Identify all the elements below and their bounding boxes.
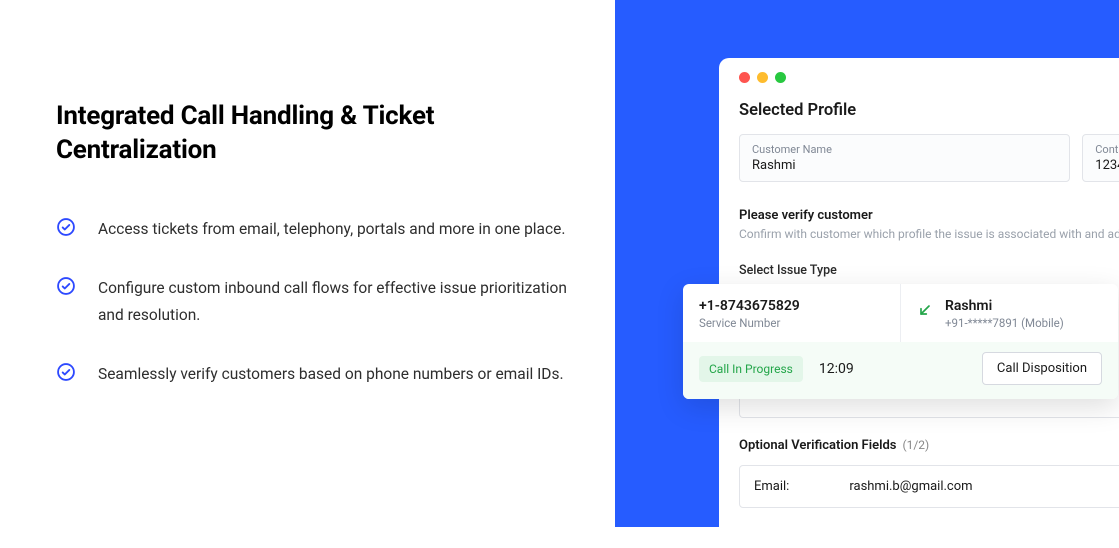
call-status-badge: Call In Progress [699, 356, 803, 382]
contact-number-field[interactable]: Contact Number 1234567891 [1082, 134, 1119, 182]
check-circle-icon [56, 362, 76, 382]
contact-phone: +91-*****7891 (Mobile) [945, 316, 1064, 330]
selected-profile-title: Selected Profile [719, 93, 1119, 134]
email-label: Email: [754, 479, 789, 494]
call-card: +1-8743675829 Service Number Rashmi +91-… [683, 284, 1118, 399]
verify-customer-subtitle: Confirm with customer which profile the … [719, 227, 1119, 257]
feature-item: Seamlessly verify customers based on pho… [56, 361, 615, 388]
call-contact-section: Rashmi +91-*****7891 (Mobile) [901, 284, 1118, 342]
email-verification-field[interactable]: Email: rashmi.b@gmail.com [739, 465, 1119, 508]
feature-list: Access tickets from email, telephony, po… [56, 216, 615, 389]
feature-text: Configure custom inbound call flows for … [98, 275, 568, 329]
email-value: rashmi.b@gmail.com [849, 479, 972, 494]
service-number-label: Service Number [699, 316, 884, 330]
check-circle-icon [56, 276, 76, 296]
field-value: Rashmi [752, 158, 1057, 173]
preview-panel: Selected Profile Customer Name Rashmi Co… [615, 0, 1119, 527]
feature-item: Access tickets from email, telephony, po… [56, 216, 615, 243]
section-heading: Integrated Call Handling & Ticket Centra… [56, 100, 556, 168]
service-number: +1-8743675829 [699, 298, 884, 314]
call-card-bottom: Call In Progress 12:09 Call Disposition [683, 342, 1118, 399]
feature-text: Access tickets from email, telephony, po… [98, 216, 565, 243]
call-contact-info: Rashmi +91-*****7891 (Mobile) [945, 298, 1064, 330]
window-minimize-icon[interactable] [757, 72, 768, 83]
call-disposition-button[interactable]: Call Disposition [982, 352, 1102, 385]
customer-name-field[interactable]: Customer Name Rashmi [739, 134, 1070, 182]
window-controls [719, 58, 1119, 93]
field-value: 1234567891 [1095, 158, 1119, 173]
optional-verification-header: Optional Verification Fields (1/2) [719, 418, 1119, 463]
verify-customer-title: Please verify customer [719, 202, 1119, 227]
call-timer: 12:09 [819, 361, 854, 377]
call-card-top: +1-8743675829 Service Number Rashmi +91-… [683, 284, 1118, 342]
call-status-wrap: Call In Progress 12:09 [699, 356, 854, 382]
field-label: Customer Name [752, 143, 1057, 156]
contact-name: Rashmi [945, 298, 1064, 314]
call-service-section: +1-8743675829 Service Number [683, 284, 901, 342]
optional-verification-title: Optional Verification Fields [739, 438, 896, 453]
incoming-call-icon [917, 302, 933, 318]
optional-verification-count: (1/2) [902, 438, 929, 452]
feature-text: Seamlessly verify customers based on pho… [98, 361, 564, 388]
profile-fields: Customer Name Rashmi Contact Number 1234… [719, 134, 1119, 202]
window-close-icon[interactable] [739, 72, 750, 83]
window-maximize-icon[interactable] [775, 72, 786, 83]
field-label: Contact Number [1095, 143, 1119, 156]
feature-item: Configure custom inbound call flows for … [56, 275, 615, 329]
marketing-panel: Integrated Call Handling & Ticket Centra… [0, 0, 615, 527]
check-circle-icon [56, 217, 76, 237]
